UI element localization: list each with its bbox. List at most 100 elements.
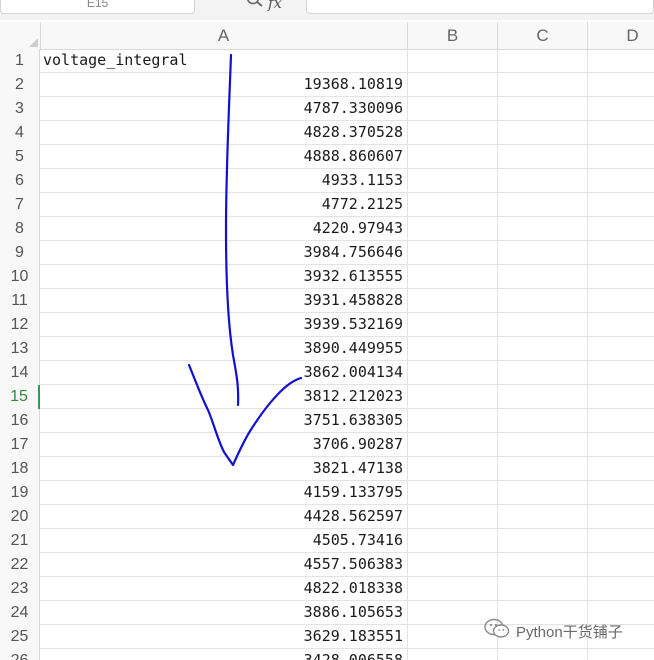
cell-b[interactable] xyxy=(408,505,498,528)
cell-d[interactable] xyxy=(588,97,654,120)
cell-d[interactable] xyxy=(588,409,654,432)
cell-c[interactable] xyxy=(498,241,588,264)
cell-b[interactable] xyxy=(408,409,498,432)
cell-a[interactable]: 3629.183551 xyxy=(40,625,408,648)
row-header[interactable]: 11 xyxy=(0,289,40,313)
cell-c[interactable] xyxy=(498,289,588,312)
cell-c[interactable] xyxy=(498,169,588,192)
cell-d[interactable] xyxy=(588,481,654,504)
cell-a[interactable]: 3931.458828 xyxy=(40,289,408,312)
row-header[interactable]: 20 xyxy=(0,505,40,529)
cell-d[interactable] xyxy=(588,313,654,336)
row-header[interactable]: 6 xyxy=(0,169,40,193)
column-header-c[interactable]: C xyxy=(498,22,588,49)
cell-a[interactable]: 3932.613555 xyxy=(40,265,408,288)
cell-c[interactable] xyxy=(498,337,588,360)
cell-c[interactable] xyxy=(498,97,588,120)
cell-b[interactable] xyxy=(408,385,498,408)
row-header[interactable]: 13 xyxy=(0,337,40,361)
cell-d[interactable] xyxy=(588,217,654,240)
cell-a[interactable]: 3984.756646 xyxy=(40,241,408,264)
zoom-icon[interactable] xyxy=(246,0,264,14)
select-all-corner[interactable] xyxy=(0,22,41,49)
row-header[interactable]: 18 xyxy=(0,457,40,481)
cell-d[interactable] xyxy=(588,649,654,660)
cell-a[interactable]: 3862.004134 xyxy=(40,361,408,384)
row-header[interactable]: 19 xyxy=(0,481,40,505)
cell-d[interactable] xyxy=(588,361,654,384)
cell-c[interactable] xyxy=(498,313,588,336)
cell-d[interactable] xyxy=(588,241,654,264)
cell-a[interactable]: 4828.370528 xyxy=(40,121,408,144)
column-header-b[interactable]: B xyxy=(408,22,498,49)
cell-c[interactable] xyxy=(498,577,588,600)
cell-c[interactable] xyxy=(498,73,588,96)
row-header[interactable]: 26 xyxy=(0,649,40,660)
cell-b[interactable] xyxy=(408,553,498,576)
cell-a[interactable]: 4159.133795 xyxy=(40,481,408,504)
cell-d[interactable] xyxy=(588,457,654,480)
row-header[interactable]: 23 xyxy=(0,577,40,601)
cell-b[interactable] xyxy=(408,169,498,192)
cell-c[interactable] xyxy=(498,553,588,576)
cell-a[interactable]: 4787.330096 xyxy=(40,97,408,120)
row-header[interactable]: 12 xyxy=(0,313,40,337)
cell-b[interactable] xyxy=(408,529,498,552)
row-header[interactable]: 10 xyxy=(0,265,40,289)
cell-a[interactable]: 4933.1153 xyxy=(40,169,408,192)
cell-d[interactable] xyxy=(588,289,654,312)
cell-c[interactable] xyxy=(498,409,588,432)
cell-b[interactable] xyxy=(408,577,498,600)
row-header[interactable]: 14 xyxy=(0,361,40,385)
column-header-a[interactable]: A xyxy=(40,22,408,49)
cell-d[interactable] xyxy=(588,385,654,408)
cell-a[interactable]: 3751.638305 xyxy=(40,409,408,432)
cell-a[interactable]: 3939.532169 xyxy=(40,313,408,336)
name-box[interactable]: E15 xyxy=(0,0,195,14)
row-header[interactable]: 16 xyxy=(0,409,40,433)
fx-label[interactable]: fx xyxy=(268,0,282,11)
cell-c[interactable] xyxy=(498,385,588,408)
cell-d[interactable] xyxy=(588,553,654,576)
cell-a[interactable]: 3890.449955 xyxy=(40,337,408,360)
cell-b[interactable] xyxy=(408,145,498,168)
row-header[interactable]: 8 xyxy=(0,217,40,241)
cell-d[interactable] xyxy=(588,169,654,192)
cell-b[interactable] xyxy=(408,97,498,120)
cell-d[interactable] xyxy=(588,529,654,552)
cell-c[interactable] xyxy=(498,361,588,384)
cell-b[interactable] xyxy=(408,433,498,456)
cell-a[interactable]: 19368.10819 xyxy=(40,73,408,96)
cell-a[interactable]: 4428.562597 xyxy=(40,505,408,528)
cell-a[interactable]: 4557.506383 xyxy=(40,553,408,576)
cell-d[interactable] xyxy=(588,49,654,72)
row-header[interactable]: 21 xyxy=(0,529,40,553)
cell-c[interactable] xyxy=(498,121,588,144)
cell-c[interactable] xyxy=(498,145,588,168)
cell-b[interactable] xyxy=(408,361,498,384)
cell-d[interactable] xyxy=(588,337,654,360)
cell-a[interactable]: 3428.006558 xyxy=(40,649,408,660)
cell-d[interactable] xyxy=(588,73,654,96)
cell-a[interactable]: 4220.97943 xyxy=(40,217,408,240)
cell-c[interactable] xyxy=(498,649,588,660)
cell-a[interactable]: 3706.90287 xyxy=(40,433,408,456)
cell-d[interactable] xyxy=(588,505,654,528)
row-header[interactable]: 24 xyxy=(0,601,40,625)
cell-d[interactable] xyxy=(588,145,654,168)
row-header[interactable]: 15 xyxy=(0,385,40,409)
row-header[interactable]: 9 xyxy=(0,241,40,265)
row-header[interactable]: 3 xyxy=(0,97,40,121)
cell-c[interactable] xyxy=(498,217,588,240)
row-header[interactable]: 22 xyxy=(0,553,40,577)
cell-c[interactable] xyxy=(498,481,588,504)
cell-b[interactable] xyxy=(408,313,498,336)
cell-b[interactable] xyxy=(408,457,498,480)
cell-b[interactable] xyxy=(408,73,498,96)
cell-c[interactable] xyxy=(498,193,588,216)
cell-c[interactable] xyxy=(498,433,588,456)
row-header[interactable]: 4 xyxy=(0,121,40,145)
cell-b[interactable] xyxy=(408,265,498,288)
row-header[interactable]: 17 xyxy=(0,433,40,457)
cell-c[interactable] xyxy=(498,49,588,72)
